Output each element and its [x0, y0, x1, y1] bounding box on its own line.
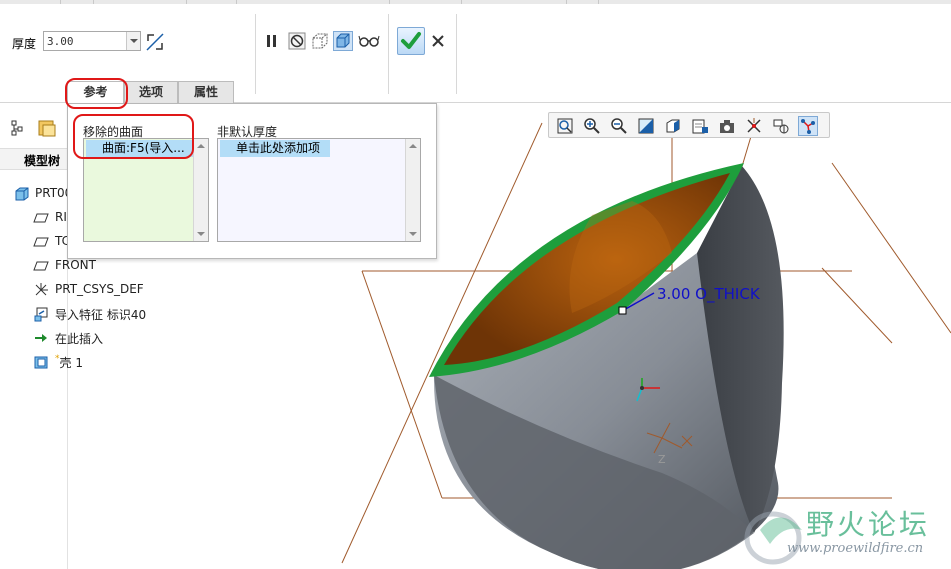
nondefault-thickness-scrollbar[interactable] [405, 139, 420, 241]
dashboard-separator [456, 14, 457, 94]
references-panel: 移除的曲面 曲面:F5(导入... 非默认厚度 单击此处添加项 [67, 103, 437, 259]
tab-options[interactable]: 选项 [124, 81, 178, 103]
dashboard-top-strip [0, 0, 951, 4]
annotation-display-icon[interactable] [798, 116, 818, 136]
tab-references[interactable]: 参考 [67, 81, 124, 104]
refit-icon[interactable] [555, 116, 575, 136]
watermark-url: www.proewildfire.cn [787, 541, 924, 556]
model-tree-tab-icon[interactable] [8, 117, 30, 139]
tree-item-insert-here[interactable]: 在此插入 [0, 328, 300, 348]
removed-surfaces-collector[interactable]: 曲面:F5(导入... [83, 138, 209, 242]
insert-here-arrow-icon [33, 330, 49, 346]
thickness-combo[interactable] [43, 31, 141, 51]
watermark-title: 野火论坛 [806, 508, 931, 541]
attached-preview-icon[interactable] [310, 31, 330, 51]
csys-axis-label: Z [658, 453, 666, 466]
repaint-icon[interactable] [636, 116, 656, 136]
scroll-up-arrow-icon[interactable] [409, 144, 417, 148]
shell-1-label: *壳 1 [55, 354, 83, 370]
tree-item-csys[interactable]: PRT_CSYS_DEF [0, 280, 300, 300]
csys-icon [33, 282, 49, 298]
glasses-preview-icon[interactable] [358, 31, 380, 51]
model-tree-panel: 模型树 PRT00 RI TC FRONT PRT_CSYS_DEF 导入特征 … [0, 103, 146, 569]
thickness-dimension-label[interactable]: 3.00 O_THICK [657, 285, 760, 303]
datum-plane-icon [33, 234, 49, 250]
saved-views-icon[interactable] [690, 116, 710, 136]
removed-surface-item[interactable]: 曲面:F5(导入... [86, 140, 193, 157]
thickness-label: 厚度 [12, 37, 37, 51]
cancel-x-button[interactable] [429, 32, 447, 50]
pause-icon[interactable] [262, 31, 282, 51]
thickness-input[interactable] [44, 32, 126, 50]
zoom-out-icon[interactable] [609, 116, 629, 136]
scroll-down-arrow-icon[interactable] [197, 232, 205, 236]
tree-item-shell-1[interactable]: *壳 1 [0, 352, 300, 372]
tab-properties[interactable]: 属性 [178, 81, 234, 103]
nondefault-thickness-collector[interactable]: 单击此处添加项 [217, 138, 421, 242]
scroll-up-arrow-icon[interactable] [197, 144, 205, 148]
scroll-down-arrow-icon[interactable] [409, 232, 417, 236]
verify-mode-icon[interactable] [333, 31, 353, 51]
display-style-icon[interactable] [663, 116, 683, 136]
import-feature-icon [33, 306, 49, 322]
close-icon [432, 35, 444, 47]
add-item-placeholder[interactable]: 单击此处添加项 [220, 140, 330, 157]
datum-plane-icon [33, 258, 49, 274]
no-preview-icon[interactable] [287, 31, 307, 51]
flip-thickness-direction-icon[interactable] [144, 31, 166, 53]
tree-item-import-feature[interactable]: 导入特征 标识40 [0, 304, 300, 324]
part-icon [14, 186, 30, 202]
folder-browser-tab-icon[interactable] [36, 117, 58, 139]
datum-plane-icon [33, 210, 49, 226]
checkmark-icon [401, 32, 421, 49]
dashboard-separator [255, 14, 256, 94]
model-tree-header: 模型树 [0, 148, 68, 170]
removed-surfaces-scrollbar[interactable] [193, 139, 208, 241]
view-manager-camera-icon[interactable] [717, 116, 737, 136]
thickness-dropdown-arrow-icon[interactable] [126, 32, 140, 50]
navigator-tabs [0, 113, 68, 143]
shell-feature-icon [33, 354, 49, 370]
ok-checkmark-button[interactable] [397, 27, 425, 55]
view-toolbar [548, 112, 830, 138]
shell-dashboard: 厚度 参考 [0, 0, 951, 104]
dashboard-separator [388, 14, 389, 94]
spin-center-icon[interactable] [771, 116, 791, 136]
zoom-in-icon[interactable] [582, 116, 602, 136]
shell-feature-window: Z 3.00 O_THICK 厚度 3.00 参考 选项 属性 模型树 PRT0… [0, 0, 951, 569]
datum-display-filter-icon[interactable] [744, 116, 764, 136]
tree-item-front-plane[interactable]: FRONT [0, 256, 300, 276]
